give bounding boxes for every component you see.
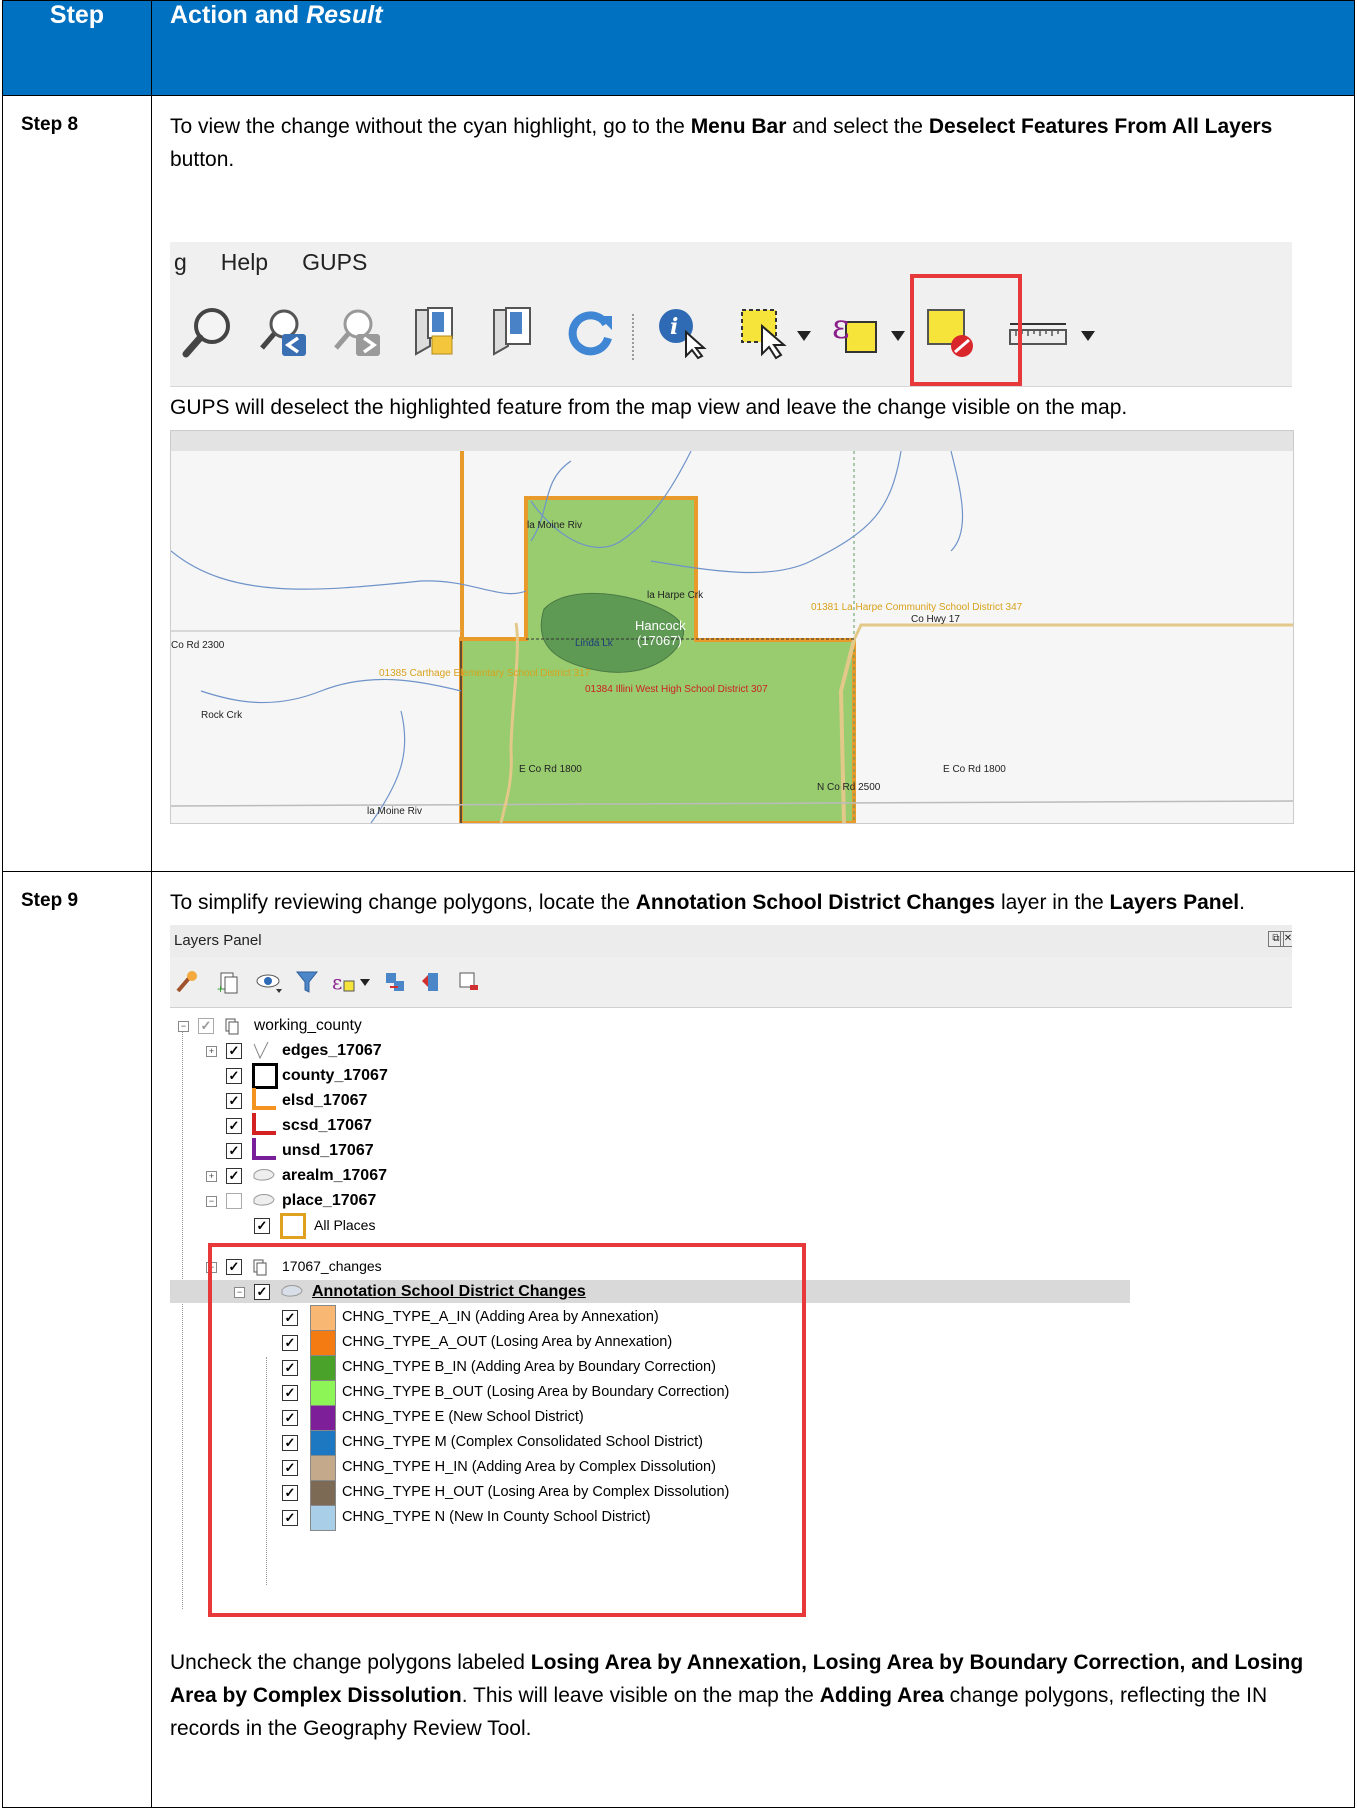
select-dropdown-icon[interactable] bbox=[796, 330, 812, 342]
map-label-e-co-rd-1800: E Co Rd 1800 bbox=[519, 764, 582, 775]
svg-text:ε: ε bbox=[832, 307, 850, 347]
step-9-content: To simplify reviewing change polygons, l… bbox=[151, 871, 1355, 1808]
svg-text:i: i bbox=[670, 314, 678, 340]
step-8-row: Step 8 To view the change without the cy… bbox=[2, 95, 1355, 872]
map-label-illini: 01384 Illini West High School District 3… bbox=[585, 684, 768, 695]
add-group-icon[interactable]: + bbox=[216, 969, 242, 995]
new-bookmark-icon[interactable] bbox=[406, 304, 462, 360]
filter-expression-icon[interactable]: ε bbox=[330, 969, 372, 995]
measure-dropdown-icon[interactable] bbox=[1080, 330, 1096, 342]
show-bookmarks-icon[interactable] bbox=[484, 304, 540, 360]
layers-panel: Layers Panel ⧉ ✕ + ε − ✓ working_county … bbox=[170, 925, 1292, 1640]
remove-layer-icon[interactable] bbox=[456, 969, 482, 995]
svg-text:ε: ε bbox=[332, 970, 342, 994]
step-8-instruction: To view the change without the cyan high… bbox=[170, 115, 1273, 171]
map-label-hwy-17: Co Hwy 17 bbox=[911, 614, 960, 625]
select-features-icon[interactable] bbox=[738, 304, 794, 360]
map-top-bar bbox=[171, 431, 1293, 451]
close-icon[interactable]: ✕ bbox=[1280, 931, 1292, 947]
zoom-next-icon[interactable] bbox=[328, 304, 384, 360]
table-header-row: Step Action and Result bbox=[2, 0, 1355, 96]
step-label: Step 8 bbox=[2, 95, 152, 872]
collapse-all-icon[interactable] bbox=[418, 969, 444, 995]
step-label: Step 9 bbox=[2, 871, 152, 1808]
step-9-row: Step 9 To simplify reviewing change poly… bbox=[2, 871, 1355, 1808]
map-label-rock-creek: Rock Crk bbox=[201, 710, 243, 721]
highlight-box bbox=[910, 274, 1022, 386]
expand-all-icon[interactable] bbox=[382, 969, 408, 995]
toolbar-row: i ε bbox=[170, 294, 1292, 374]
map-label-river-south: la Moine Riv bbox=[367, 806, 423, 817]
expression-dropdown-icon[interactable] bbox=[890, 330, 906, 342]
layers-panel-title: Layers Panel ⧉ ✕ bbox=[170, 925, 1292, 957]
map-label-river: la Moine Riv bbox=[527, 520, 583, 531]
menu-bar: g Help GUPS bbox=[170, 242, 1292, 282]
visibility-eye-icon[interactable] bbox=[254, 969, 284, 995]
highlight-frame bbox=[208, 1243, 806, 1617]
zoom-icon[interactable] bbox=[180, 304, 236, 360]
select-by-expression-icon[interactable]: ε bbox=[828, 304, 884, 360]
map-label-e-co-rd-1800-east: E Co Rd 1800 bbox=[943, 764, 1006, 775]
map-label-road-2300: Co Rd 2300 bbox=[171, 640, 225, 651]
step-9-instruction: To simplify reviewing change polygons, l… bbox=[170, 891, 1245, 914]
zoom-last-icon[interactable] bbox=[254, 304, 310, 360]
step-column-header: Step bbox=[2, 0, 152, 96]
filter-icon[interactable] bbox=[294, 969, 320, 995]
identify-icon[interactable]: i bbox=[654, 304, 710, 360]
document-page: Step Action and Result Step 8 To view th… bbox=[0, 0, 1357, 1810]
toolbar-screenshot: g Help GUPS i ε bbox=[170, 242, 1292, 387]
svg-text:+: + bbox=[217, 982, 224, 995]
map-view[interactable]: la Moine Riv la Harpe Crk Hancock (17067… bbox=[170, 430, 1294, 824]
map-label-creek: la Harpe Crk bbox=[647, 590, 704, 601]
step-8-content: To view the change without the cyan high… bbox=[151, 95, 1355, 872]
map-label-county-code: (17067) bbox=[637, 633, 682, 648]
map-canvas bbox=[171, 451, 1293, 823]
refresh-icon[interactable] bbox=[562, 304, 618, 360]
step-table: Step Action and Result Step 8 To view th… bbox=[2, 0, 1355, 1808]
style-brush-icon[interactable] bbox=[174, 969, 200, 995]
layers-toolbar: + ε bbox=[170, 957, 1292, 1008]
map-label-lake: Linda Lk bbox=[575, 638, 613, 649]
step-9-result: Uncheck the change polygons labeled Losi… bbox=[170, 1651, 1304, 1740]
menu-item-help[interactable]: Help bbox=[221, 249, 268, 275]
menu-item-gups[interactable]: GUPS bbox=[302, 249, 367, 275]
map-label-n-co-rd-2500: N Co Rd 2500 bbox=[817, 782, 881, 793]
menu-item-g[interactable]: g bbox=[174, 249, 187, 275]
map-label-carthage: 01385 Carthage Elementary School Distric… bbox=[379, 668, 591, 679]
step-8-result: GUPS will deselect the highlighted featu… bbox=[170, 396, 1128, 419]
toolbar-separator bbox=[632, 314, 637, 360]
action-column-header: Action and Result bbox=[151, 0, 1355, 96]
